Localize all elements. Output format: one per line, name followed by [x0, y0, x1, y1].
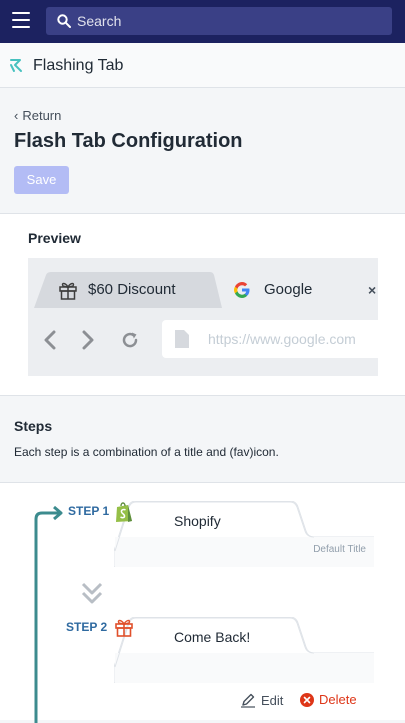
- step-2-tab[interactable]: Come Back!: [114, 617, 374, 683]
- page-icon: [175, 330, 189, 348]
- step-2-label: STEP 2: [66, 620, 108, 634]
- chevron-left-icon: ‹: [14, 108, 19, 123]
- reload-icon: [122, 332, 138, 348]
- save-button[interactable]: Save: [14, 166, 69, 194]
- back-arrow-icon: [44, 330, 56, 350]
- search-placeholder: Search: [77, 13, 122, 29]
- hamburger-menu-icon[interactable]: [12, 12, 30, 28]
- edit-button[interactable]: Edit: [240, 692, 283, 708]
- gift-icon: [59, 282, 77, 300]
- steps-card: STEP 1 Shopify Default Title STEP 2 Come…: [0, 482, 405, 723]
- steps-heading: Steps: [14, 418, 53, 434]
- search-icon: [57, 14, 71, 28]
- return-label: Return: [22, 108, 62, 123]
- step-1-tab[interactable]: Shopify Default Title: [114, 501, 374, 567]
- close-tab-icon: ×: [368, 282, 377, 298]
- forward-arrow-icon: [82, 330, 94, 350]
- address-placeholder: https://www.google.com: [208, 331, 356, 347]
- steps-description: Each step is a combination of a title an…: [14, 445, 279, 459]
- edit-label: Edit: [261, 693, 284, 708]
- app-name: Flashing Tab: [33, 57, 124, 74]
- step-2-title: Come Back!: [174, 629, 251, 645]
- address-bar: https://www.google.com: [162, 320, 378, 358]
- preview-tab-google-title: Google: [264, 281, 313, 298]
- google-icon: [234, 282, 250, 298]
- page-title: Flash Tab Configuration: [14, 130, 243, 152]
- gift-icon: [115, 619, 133, 637]
- return-link[interactable]: ‹ Return: [14, 108, 61, 123]
- shopify-icon: [116, 502, 132, 522]
- chevron-double-down-icon: [81, 582, 103, 604]
- step-1-title: Shopify: [174, 513, 221, 529]
- delete-button[interactable]: Delete: [300, 692, 357, 707]
- step-1-label: STEP 1: [68, 504, 110, 518]
- default-title-note: Default Title: [313, 544, 366, 555]
- delete-icon: [300, 693, 314, 707]
- pencil-icon: [241, 693, 255, 708]
- flow-line: [34, 505, 63, 723]
- delete-label: Delete: [319, 692, 357, 707]
- browser-preview: $60 Discount Google × https://www.google…: [28, 258, 378, 376]
- flashing-tab-logo-icon: [10, 59, 22, 72]
- preview-tab-title: $60 Discount: [88, 281, 176, 298]
- preview-card: Preview $60 Discount Google × https://ww…: [0, 213, 405, 396]
- preview-heading: Preview: [28, 230, 81, 246]
- top-bar: Search: [0, 0, 405, 43]
- search-input[interactable]: Search: [46, 7, 392, 35]
- app-header: Flashing Tab: [0, 43, 405, 88]
